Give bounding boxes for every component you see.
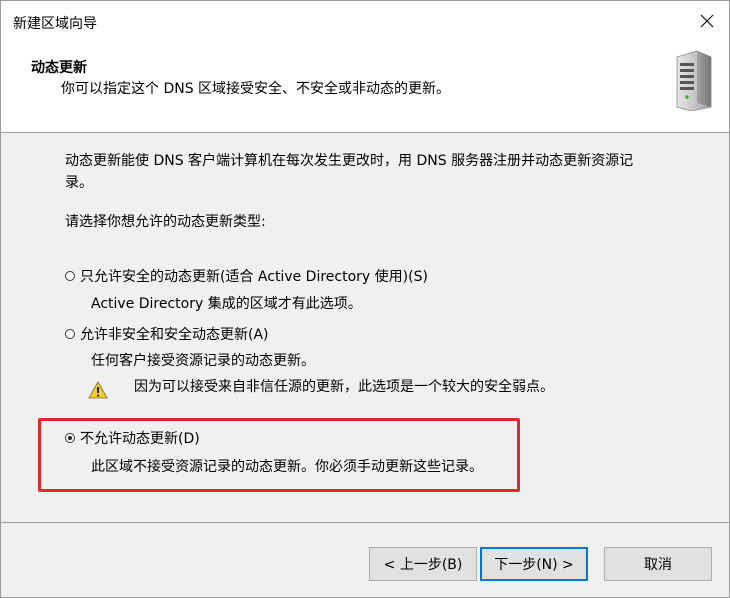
selection-prompt: 请选择你想允许的动态更新类型: [65, 214, 266, 230]
footer-divider [1, 522, 729, 523]
server-icon [676, 50, 712, 111]
intro-line-2: 录。 [65, 175, 93, 191]
warning-text: 因为可以接受来自非信任源的更新，此选项是一个较大的安全弱点。 [134, 379, 554, 395]
radio-secure-only[interactable]: 只允许安全的动态更新(适合 Active Directory 使用)(S) [65, 266, 428, 286]
page-title: 动态更新 [31, 60, 87, 76]
radio-button[interactable] [65, 271, 75, 281]
close-icon[interactable] [685, 1, 729, 41]
intro-text: 动态更新能使 DNS 客户端计算机在每次发生更改时，用 DNS 服务器注册并动态… [65, 150, 633, 194]
back-button[interactable]: < 上一步(B) [369, 547, 477, 581]
option-description: 任何客户接受资源记录的动态更新。 [91, 353, 315, 369]
wizard-header: 动态更新 你可以指定这个 DNS 区域接受安全、不安全或非动态的更新。 [1, 41, 729, 133]
wizard-content: 动态更新能使 DNS 客户端计算机在每次发生更改时，用 DNS 服务器注册并动态… [1, 134, 729, 522]
window-title: 新建区域向导 [13, 16, 97, 32]
radio-label: 允许非安全和安全动态更新(A) [80, 327, 269, 343]
radio-label: 只允许安全的动态更新(适合 Active Directory 使用)(S) [80, 269, 428, 285]
wizard-window: 新建区域向导 动态更新 你可以指定这个 DNS 区域接受安全、不安全或非动态的更… [0, 0, 730, 598]
cancel-button[interactable]: 取消 [604, 547, 712, 581]
option-description: Active Directory 集成的区域才有此选项。 [91, 296, 362, 312]
radio-button[interactable] [65, 329, 75, 339]
warning-icon [88, 381, 108, 399]
next-button[interactable]: 下一步(N) > [480, 547, 588, 581]
highlight-annotation [38, 418, 520, 492]
title-bar: 新建区域向导 [1, 1, 729, 41]
radio-nonsecure-and-secure[interactable]: 允许非安全和安全动态更新(A) [65, 324, 269, 344]
intro-line-1: 动态更新能使 DNS 客户端计算机在每次发生更改时，用 DNS 服务器注册并动态… [65, 153, 634, 169]
page-subtitle: 你可以指定这个 DNS 区域接受安全、不安全或非动态的更新。 [61, 81, 451, 97]
